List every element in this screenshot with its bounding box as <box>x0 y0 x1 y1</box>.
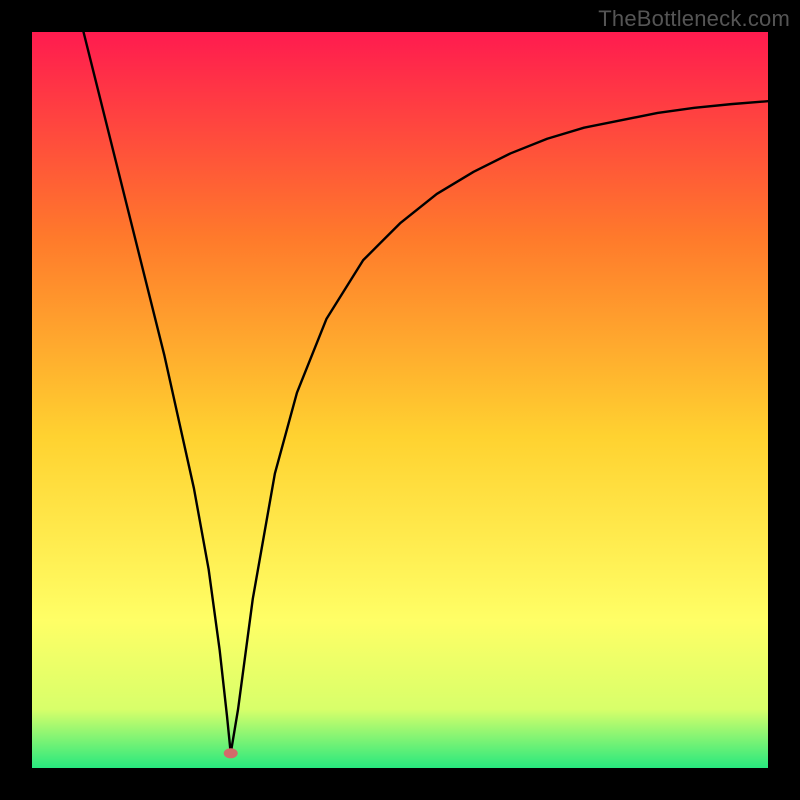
watermark-text: TheBottleneck.com <box>598 6 790 32</box>
chart-frame: TheBottleneck.com <box>0 0 800 800</box>
minimum-marker <box>224 748 238 758</box>
chart-svg <box>32 32 768 768</box>
plot-area <box>32 32 768 768</box>
gradient-background <box>32 32 768 768</box>
